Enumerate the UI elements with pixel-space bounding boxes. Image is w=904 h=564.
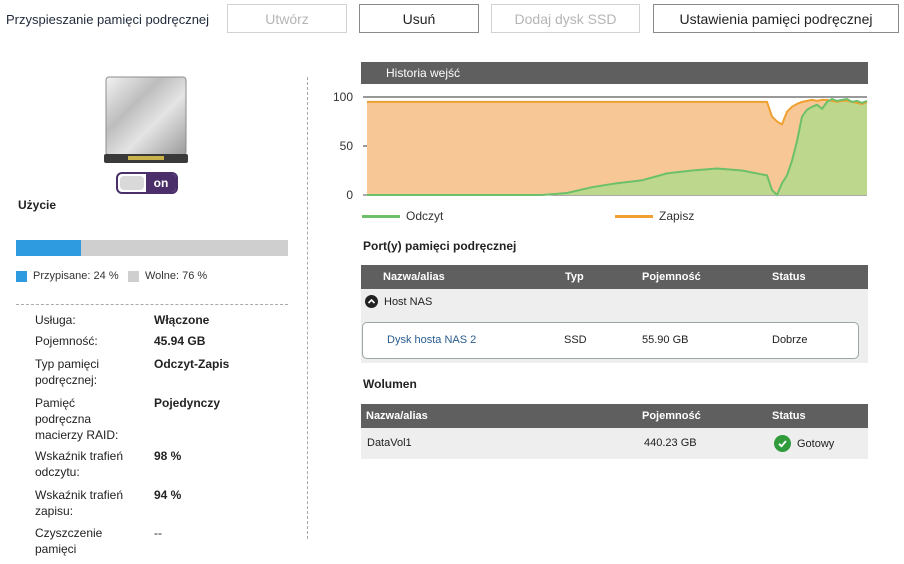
prop-value-capacity: 45.94 GB: [154, 334, 206, 348]
volume-capacity: 440.23 GB: [644, 437, 697, 449]
vol-col-name: Nazwa/alias: [366, 410, 428, 422]
legend-write: Zapisz: [615, 209, 694, 223]
prop-value-read-hit: 98 %: [154, 449, 182, 463]
col-name: Nazwa/alias: [383, 271, 445, 283]
prop-value-write-hit: 94 %: [154, 488, 182, 502]
cache-settings-button[interactable]: Ustawienia pamięci podręcznej: [653, 4, 899, 33]
prop-label-write-hit: Wskaźnik trafień zapisu:: [35, 488, 124, 518]
prop-label-capacity: Pojemność:: [35, 334, 98, 348]
col-capacity: Pojemność: [642, 271, 701, 283]
vol-col-status: Status: [772, 410, 806, 422]
port-capacity: 55.90 GB: [642, 334, 689, 346]
volume-status: Gotowy: [774, 435, 834, 452]
prop-label-cache-type: Typ pamięci podręcznej:: [35, 357, 100, 387]
prop-value-flush: --: [154, 526, 162, 540]
history-title: Historia wejść: [386, 66, 461, 80]
y-tick-label: 100: [333, 90, 353, 104]
y-tick-label: 0: [346, 188, 353, 202]
col-type: Typ: [565, 271, 584, 283]
volumes-header: Nazwa/alias Pojemność Status: [361, 404, 868, 428]
prop-label-raid-cache: Pamięć podręczna macierzy RAID:: [35, 396, 119, 442]
history-header: Historia wejść: [361, 62, 868, 84]
y-tick-label: 50: [340, 139, 354, 153]
cache-ports-header: Nazwa/alias Typ Pojemność Status: [361, 265, 868, 289]
cache-ports-title: Port(y) pamięci podręcznej: [363, 239, 517, 253]
prop-label-service: Usługa:: [35, 313, 76, 327]
check-icon: [774, 435, 791, 452]
read-legend-label: Odczyt: [406, 209, 444, 223]
volume-status-label: Gotowy: [797, 437, 835, 450]
table-row[interactable]: Dysk hosta NAS 2 SSD 55.90 GB Dobrze: [362, 322, 859, 359]
vol-col-capacity: Pojemność: [642, 410, 701, 422]
table-row[interactable]: DataVol1 440.23 GB Gotowy: [361, 428, 868, 459]
legend-read: Odczyt: [362, 209, 443, 223]
read-legend-swatch: [362, 214, 400, 218]
collapse-icon[interactable]: [365, 295, 378, 308]
prop-value-service: Włączone: [154, 313, 210, 327]
host-group-label: Host NAS: [384, 295, 433, 308]
prop-value-cache-type: Odczyt-Zapis: [154, 357, 230, 371]
host-group-row[interactable]: Host NAS: [365, 295, 432, 308]
add-ssd-button[interactable]: Dodaj dysk SSD: [491, 4, 640, 33]
write-legend-label: Zapisz: [659, 209, 695, 223]
history-chart: 0 50 100: [333, 90, 868, 202]
write-legend-swatch: [615, 214, 653, 218]
prop-label-flush: Czyszczenie pamięci: [35, 526, 103, 556]
port-status: Dobrze: [772, 334, 808, 346]
prop-label-read-hit: Wskaźnik trafień odczytu:: [35, 449, 124, 479]
col-status: Status: [772, 271, 806, 283]
port-type: SSD: [564, 334, 587, 346]
volume-name: DataVol1: [367, 437, 412, 449]
prop-value-raid-cache: Pojedynczy: [154, 396, 221, 410]
delete-button[interactable]: Usuń: [359, 4, 479, 33]
volumes-title: Wolumen: [363, 377, 417, 391]
port-name[interactable]: Dysk hosta NAS 2: [387, 334, 476, 346]
properties-list: Usługa: Włączone Pojemność: 45.94 GB Typ…: [0, 0, 300, 564]
divider-vertical: [307, 77, 308, 539]
